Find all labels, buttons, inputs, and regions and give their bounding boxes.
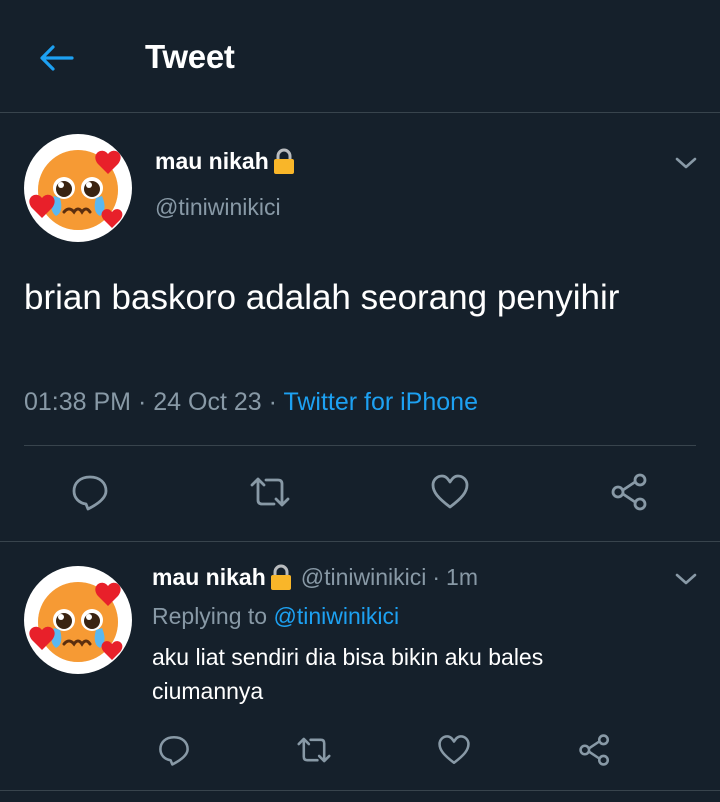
retweet-icon [297, 737, 331, 763]
author-name[interactable]: mau nikah [155, 147, 296, 175]
back-button[interactable] [34, 36, 78, 80]
pleading-face-emoji [29, 150, 123, 230]
retweet-button[interactable] [290, 726, 338, 774]
meta-divider [24, 445, 696, 446]
tweet-text: brian baskoro adalah seorang penyihir [24, 278, 620, 317]
share-button[interactable] [606, 468, 654, 516]
lock-icon [270, 564, 291, 590]
avatar[interactable] [24, 134, 132, 242]
bottom-divider [0, 790, 720, 791]
replying-to-line: Replying to @tiniwinikici [152, 603, 399, 630]
meta-separator: · [432, 563, 441, 590]
chevron-down-icon [675, 573, 697, 585]
chevron-down-icon [675, 157, 697, 169]
thread-divider [0, 541, 720, 542]
reply-author-name[interactable]: mau nikah [152, 564, 266, 591]
replying-to-label: Replying to [152, 603, 268, 629]
author-name-text: mau nikah [155, 147, 269, 174]
lock-icon [273, 148, 294, 174]
meta-separator: · [268, 388, 277, 416]
reply-button[interactable] [150, 726, 198, 774]
reply-button[interactable] [66, 468, 114, 516]
reply-icon [72, 475, 108, 511]
header-divider [0, 112, 720, 113]
arrow-left-icon [40, 45, 74, 71]
reply-author-handle[interactable]: @tiniwinikici [301, 564, 427, 591]
share-icon [579, 734, 610, 766]
reply-icon [159, 735, 189, 766]
replying-to-mention[interactable]: @tiniwinikici [273, 603, 399, 629]
tweet-source-link[interactable]: Twitter for iPhone [283, 388, 478, 416]
tweet-date: 24 Oct 23 [153, 388, 262, 416]
like-button[interactable] [426, 468, 474, 516]
pleading-face-emoji [29, 582, 123, 662]
share-button[interactable] [571, 726, 619, 774]
author-handle[interactable]: @tiniwinikici [155, 194, 281, 221]
meta-separator: · [137, 388, 147, 416]
reply-text: aku liat sendiri dia bisa bikin aku bale… [152, 644, 544, 704]
like-icon [431, 474, 469, 509]
avatar[interactable] [24, 566, 132, 674]
retweet-button[interactable] [246, 468, 294, 516]
like-button[interactable] [430, 726, 478, 774]
like-icon [438, 735, 470, 765]
reply-options-button[interactable] [671, 564, 701, 594]
tweet-time: 01:38 PM [24, 388, 132, 416]
share-icon [611, 473, 647, 511]
retweet-icon [250, 477, 290, 507]
tweet-options-button[interactable] [671, 148, 701, 178]
reply-timestamp: 1m [446, 563, 478, 590]
page-title: Tweet [145, 38, 235, 75]
tweet-meta: 01:38 PM · 24 Oct 23 · Twitter for iPhon… [24, 388, 478, 417]
reply-header: mau nikah @tiniwinikici · 1m [152, 563, 478, 591]
top-bar: Tweet [0, 0, 720, 112]
